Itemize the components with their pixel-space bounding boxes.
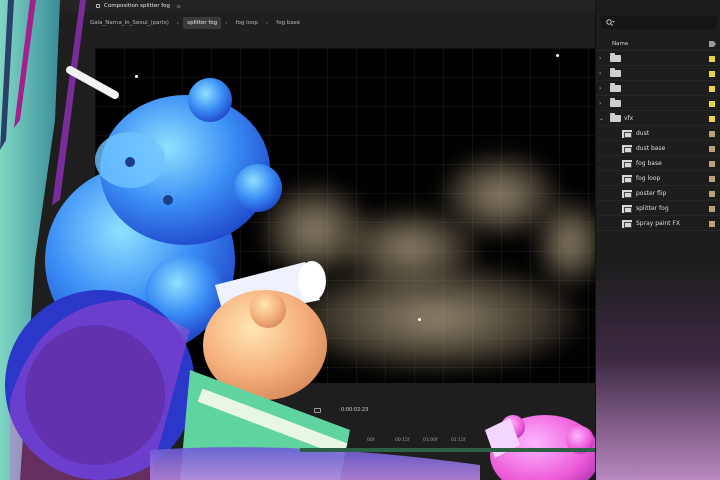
ruler-label: 01:00f [423, 438, 438, 443]
label-color-swatch[interactable] [709, 220, 715, 227]
composition-icon [622, 219, 632, 228]
chevron-right-icon[interactable]: › [599, 55, 606, 62]
viewer-toolbar: 0:00:02:23 [300, 403, 595, 417]
column-header: Name [596, 38, 720, 51]
label-color-swatch[interactable] [709, 205, 715, 212]
chevron-right-icon[interactable]: › [599, 85, 606, 92]
chevron-down-icon[interactable]: ⌄ [599, 115, 606, 122]
composition-icon [622, 159, 632, 168]
ruler-label: 00:15f [395, 438, 410, 443]
composition-icon [622, 204, 632, 213]
project-item-label: fog loop [636, 175, 661, 182]
search-icon [606, 19, 615, 26]
timecode-display[interactable]: 0:00:02:23 [341, 407, 368, 413]
label-color-swatch[interactable] [709, 145, 715, 152]
project-item-label: splitter fog [636, 205, 669, 212]
work-area-bar[interactable] [300, 448, 595, 452]
label-color-swatch[interactable] [709, 115, 715, 122]
folder-icon [610, 68, 621, 77]
label-color-swatch[interactable] [709, 55, 715, 62]
project-folder-row[interactable]: ⌄ vfx [596, 112, 720, 126]
column-name-header[interactable]: Name [612, 41, 628, 47]
label-color-swatch[interactable] [709, 160, 715, 167]
project-comp-row[interactable]: dust [596, 127, 720, 141]
chevron-right-icon[interactable]: › [599, 70, 606, 77]
project-item-label: fog base [636, 160, 662, 167]
label-color-swatch[interactable] [709, 190, 715, 197]
project-panel: Name › › › › ⌄ vfx dust dust base fog base fog lo… [595, 0, 720, 480]
folder-icon [610, 53, 621, 62]
time-ruler[interactable]: 00f 00:15f 01:00f 01:15f [355, 436, 595, 446]
project-folder-row[interactable]: › [596, 67, 720, 81]
project-folder-row[interactable]: › [596, 97, 720, 111]
project-item-label: vfx [624, 115, 634, 122]
label-color-swatch[interactable] [709, 100, 715, 107]
composition-icon [622, 144, 632, 153]
folder-icon [610, 113, 621, 122]
search-input[interactable] [601, 16, 717, 29]
label-tag-icon[interactable] [709, 41, 716, 47]
folder-icon [610, 98, 621, 107]
project-folder-row[interactable]: › [596, 52, 720, 66]
folder-icon [610, 83, 621, 92]
label-color-swatch[interactable] [709, 130, 715, 137]
label-color-swatch[interactable] [709, 85, 715, 92]
ruler-label: 00f [367, 438, 375, 443]
project-item-label: dust [636, 130, 650, 137]
composition-icon [622, 174, 632, 183]
project-item-label: dust base [636, 145, 666, 152]
project-comp-row[interactable]: splitter fog [596, 202, 720, 216]
composition-panel: Composition splitter fog ≡ Gala_Narna_In… [0, 0, 595, 480]
chevron-right-icon[interactable]: › [599, 100, 606, 107]
project-item-label: Spray paint FX [636, 220, 680, 227]
project-item-label: poster flip [636, 190, 667, 197]
project-comp-row[interactable]: Spray paint FX [596, 217, 720, 231]
project-comp-row[interactable]: dust base [596, 142, 720, 156]
label-color-swatch[interactable] [709, 175, 715, 182]
project-comp-row[interactable]: fog loop [596, 172, 720, 186]
camera-icon[interactable] [314, 407, 321, 413]
composition-icon [622, 189, 632, 198]
project-folder-row[interactable]: › [596, 82, 720, 96]
ruler-label: 01:15f [451, 438, 466, 443]
project-comp-row[interactable]: fog base [596, 157, 720, 171]
composition-icon [622, 129, 632, 138]
label-color-swatch[interactable] [709, 70, 715, 77]
project-comp-row[interactable]: poster flip [596, 187, 720, 201]
